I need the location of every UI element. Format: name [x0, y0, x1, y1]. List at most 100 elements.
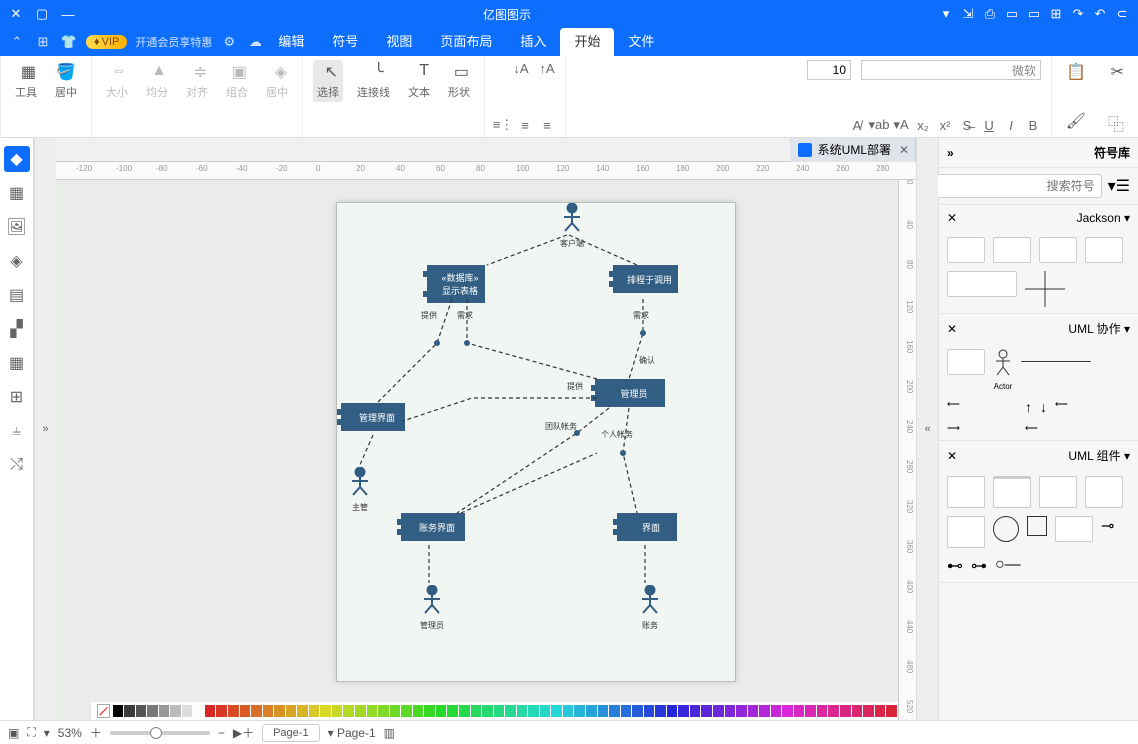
table-tool-icon[interactable]: ▦ [4, 350, 30, 376]
color-swatch[interactable] [875, 705, 886, 717]
print-icon[interactable]: ⎙ [982, 6, 998, 22]
shape-thumb[interactable] [947, 349, 985, 375]
color-swatch[interactable] [228, 705, 239, 717]
clear-format-icon[interactable]: A̸ [849, 117, 865, 133]
share2-icon[interactable]: ⚙ [220, 33, 238, 51]
spacing-tool-icon[interactable]: ⫨ [4, 418, 30, 444]
color-swatch[interactable] [586, 705, 597, 717]
color-swatch[interactable] [251, 705, 262, 717]
strike-icon[interactable]: S̶ [959, 117, 975, 133]
theme-tool-icon[interactable]: ◆ [4, 146, 30, 172]
paste-button[interactable]: 📋 [1062, 60, 1090, 84]
panel-toggle[interactable]: » [916, 138, 938, 720]
shape-button[interactable]: ▭形状 [444, 60, 474, 102]
chart-tool-icon[interactable]: ▞ [4, 316, 30, 342]
export-icon[interactable]: ⇲ [960, 6, 976, 22]
zoom-dropdown-icon[interactable]: ▾ [44, 726, 50, 740]
brush-button[interactable]: 🖌 [1062, 109, 1090, 133]
copy-button[interactable]: ⿻ [1100, 109, 1128, 133]
color-swatch[interactable] [159, 705, 170, 717]
shape-conn[interactable]: ⊸ [1101, 516, 1114, 548]
shape-actor[interactable]: Actor [993, 349, 1013, 391]
shape-thumb[interactable] [947, 271, 1017, 297]
color-swatch[interactable] [759, 705, 770, 717]
canvas[interactable]: 客户端 主管 管理员 账务 «数据库» 显示表格 [56, 180, 898, 720]
color-swatch[interactable] [517, 705, 528, 717]
add-page-icon[interactable]: ＋ [242, 724, 254, 741]
color-swatch[interactable] [447, 705, 458, 717]
upgrade-label[interactable]: 开通会员享特惠 [135, 34, 212, 50]
color-swatch[interactable] [667, 705, 678, 717]
color-swatch[interactable] [782, 705, 793, 717]
maximize-icon[interactable]: ▢ [34, 6, 50, 22]
fit-screen-icon[interactable]: ⛶ [27, 725, 35, 740]
color-swatch[interactable] [320, 705, 331, 717]
color-swatch[interactable] [413, 705, 424, 717]
shape-arrow[interactable]: ⟵ [947, 399, 1017, 415]
fill-button[interactable]: 🪣居中 [51, 60, 81, 102]
color-swatch[interactable] [147, 705, 158, 717]
color-swatch[interactable] [240, 705, 251, 717]
color-swatch[interactable] [678, 705, 689, 717]
color-swatch[interactable] [771, 705, 782, 717]
font-color-icon[interactable]: A▾ [893, 117, 909, 133]
color-swatch[interactable] [736, 705, 747, 717]
color-swatch[interactable] [563, 705, 574, 717]
shrink-font-icon[interactable]: A↓ [513, 60, 529, 76]
color-swatch[interactable] [471, 705, 482, 717]
uml-node[interactable]: 界面 [617, 513, 677, 541]
font-size-combo[interactable]: 10 [807, 60, 851, 80]
color-swatch[interactable] [378, 705, 389, 717]
font-family-combo[interactable]: 微软 [861, 60, 1041, 80]
group-button[interactable]: ▣组合 [222, 60, 252, 102]
tab-insert[interactable]: 插入 [506, 28, 560, 56]
document-tab[interactable]: 系统UML部署 ✕ [790, 138, 916, 162]
actor[interactable]: 账务 [635, 585, 665, 631]
shape-thumb[interactable] [947, 516, 985, 548]
collapse-icon[interactable]: ⌃ [8, 33, 26, 51]
uml-node[interactable]: 账务界面 [401, 513, 465, 541]
color-swatch[interactable] [852, 705, 863, 717]
uml-node[interactable]: 排程于调用 [613, 265, 678, 293]
grid-icon[interactable]: ⊞ [34, 33, 52, 51]
shape-thumb[interactable] [947, 237, 985, 263]
actor[interactable]: 客户端 [557, 203, 587, 249]
align-button[interactable]: ≑对齐 [182, 60, 212, 102]
shape-conn[interactable]: ⊷ [947, 556, 963, 576]
shape-thumb[interactable] [947, 476, 985, 508]
save-icon[interactable]: ▭ [1004, 6, 1020, 22]
color-swatch[interactable] [124, 705, 135, 717]
tab-view[interactable]: 视图 [372, 28, 426, 56]
tools-button[interactable]: ▦工具 [11, 60, 41, 102]
color-swatch[interactable] [436, 705, 447, 717]
shape-conn[interactable]: ⊶ [971, 556, 987, 576]
actor[interactable]: 管理员 [417, 585, 447, 631]
shape-thumb[interactable] [1085, 476, 1123, 508]
select-button[interactable]: ↖选择 [313, 60, 343, 102]
color-swatch[interactable] [540, 705, 551, 717]
color-swatch[interactable] [182, 705, 193, 717]
tab-file[interactable]: 文件 [614, 28, 668, 56]
tab-edit[interactable]: 编辑 [264, 28, 318, 56]
zoom-in-icon[interactable]: ＋ [90, 724, 102, 741]
color-swatch[interactable] [286, 705, 297, 717]
color-swatch[interactable] [598, 705, 609, 717]
uml-node[interactable]: 管理界面 [341, 403, 405, 431]
shape-thumb[interactable] [1039, 237, 1077, 263]
align-left-icon[interactable]: ≡ [539, 117, 555, 133]
color-swatch[interactable] [263, 705, 274, 717]
close-icon[interactable]: ✕ [8, 6, 24, 22]
align-center-icon[interactable]: ≡ [517, 117, 533, 133]
close-section-icon[interactable]: ✕ [947, 322, 957, 336]
shape-thumb[interactable] [1055, 516, 1093, 542]
color-swatch[interactable] [494, 705, 505, 717]
panel-collapse-icon[interactable]: « [947, 146, 954, 160]
shape-thumb[interactable] [1085, 237, 1123, 263]
tab-layout[interactable]: 页面布局 [426, 28, 506, 56]
cut-button[interactable]: ✂ [1100, 60, 1128, 84]
tab-start[interactable]: 开始 [560, 28, 614, 56]
layers-tool-icon[interactable]: ◈ [4, 248, 30, 274]
grid-tool-icon[interactable]: ▦ [4, 180, 30, 206]
color-swatch[interactable] [205, 705, 216, 717]
connector-button[interactable]: ╰连接线 [353, 60, 394, 102]
